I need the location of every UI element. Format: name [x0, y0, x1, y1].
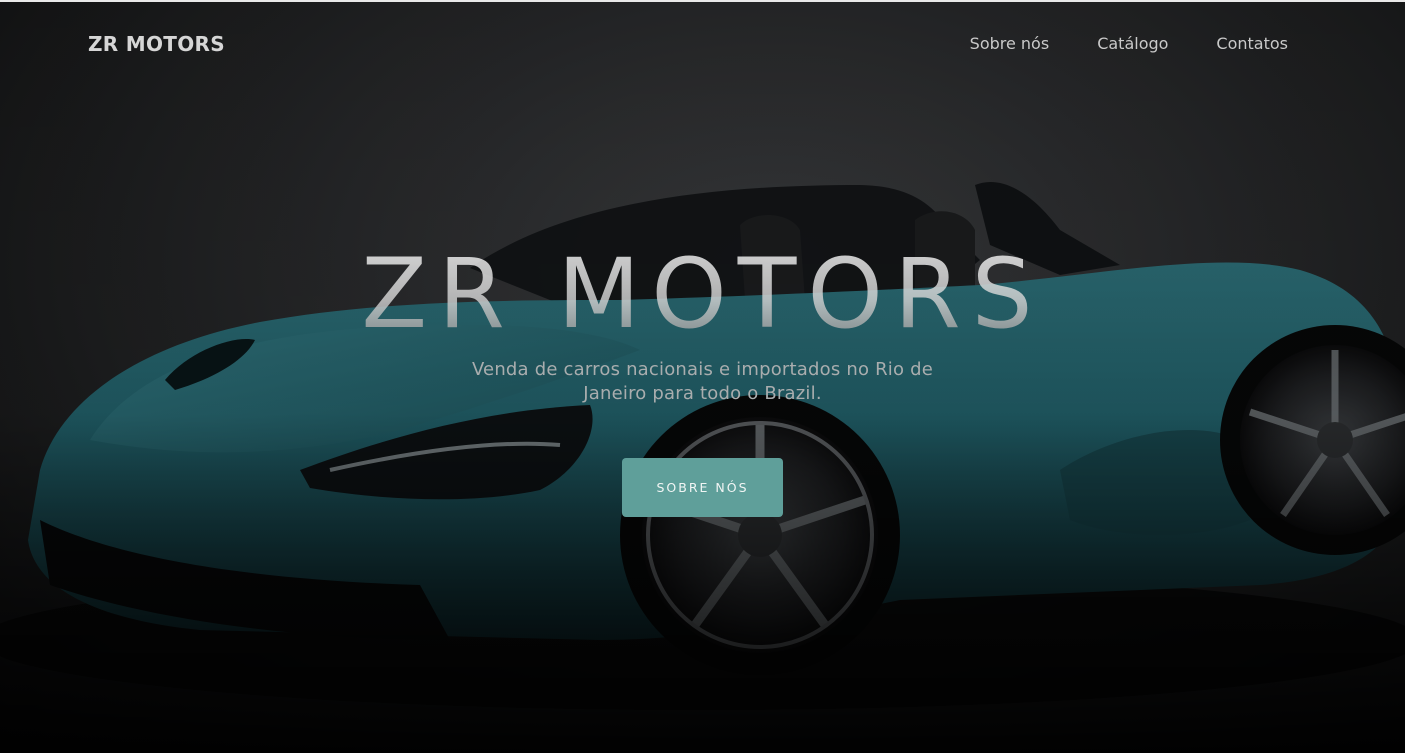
hero-title: ZR MOTORS	[0, 240, 1405, 348]
sobre-nos-button[interactable]: SOBRE NÓS	[622, 458, 783, 517]
hero-subtitle: Venda de carros nacionais e importados n…	[471, 359, 934, 404]
brand-logo-link[interactable]: ZR MOTORS	[88, 32, 225, 56]
hero-content: ZR MOTORS Venda de carros nacionais e im…	[0, 240, 1405, 517]
hero-section: ZR MOTORS Sobre nós Catálogo Contatos ZR…	[0, 0, 1405, 753]
nav-link-contatos[interactable]: Contatos	[1216, 34, 1288, 53]
top-border-line	[0, 0, 1405, 2]
navbar: ZR MOTORS Sobre nós Catálogo Contatos	[0, 22, 1405, 70]
nav-links: Sobre nós Catálogo Contatos	[970, 34, 1288, 53]
nav-link-sobre-nos[interactable]: Sobre nós	[970, 34, 1050, 53]
nav-link-catalogo[interactable]: Catálogo	[1097, 34, 1168, 53]
